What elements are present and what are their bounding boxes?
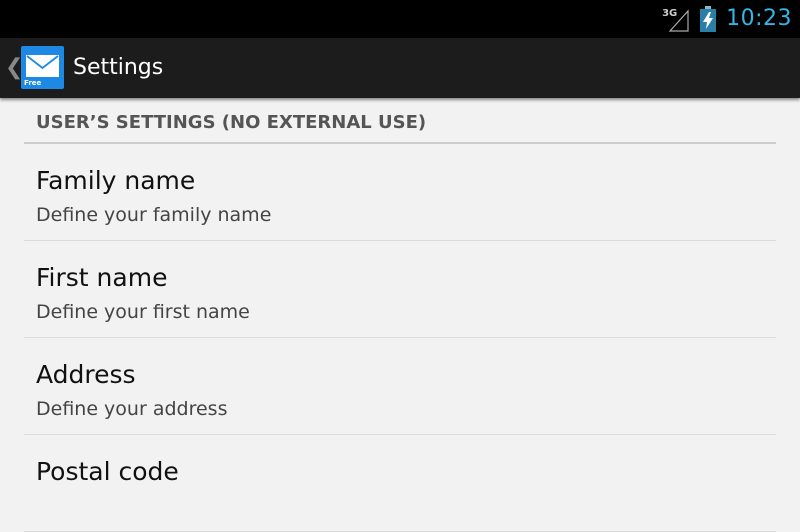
status-icons: 3G 10:23 <box>662 0 792 38</box>
signal-indicator: 3G <box>662 5 692 33</box>
mail-envelope-icon <box>26 55 59 77</box>
pref-item-family-name[interactable]: Family name Define your family name <box>24 144 776 241</box>
pref-summary: Define your family name <box>36 204 272 226</box>
pref-item-postal-code[interactable]: Postal code <box>24 435 776 532</box>
battery-charging-icon <box>700 6 717 32</box>
pref-item-first-name[interactable]: First name Define your first name <box>24 241 776 338</box>
pref-title: Address <box>36 360 136 389</box>
category-title: USER’S SETTINGS (NO EXTERNAL USE) <box>36 112 427 133</box>
settings-category-header: USER’S SETTINGS (NO EXTERNAL USE) <box>24 98 776 144</box>
app-icon-badge: Free <box>24 79 42 87</box>
app-icon[interactable]: Free <box>21 46 64 89</box>
pref-summary: Define your first name <box>36 301 250 323</box>
pref-title: First name <box>36 263 168 292</box>
pref-item-address[interactable]: Address Define your address <box>24 338 776 435</box>
signal-icon <box>668 9 689 32</box>
page-title: Settings <box>73 55 164 80</box>
status-bar: 3G 10:23 <box>0 0 800 38</box>
action-bar: ❮ Free Settings <box>0 38 800 98</box>
settings-list: USER’S SETTINGS (NO EXTERNAL USE) Family… <box>24 98 776 532</box>
pref-title: Family name <box>36 166 196 195</box>
pref-title: Postal code <box>36 457 179 486</box>
clock: 10:23 <box>726 6 792 31</box>
pref-summary: Define your address <box>36 398 228 420</box>
